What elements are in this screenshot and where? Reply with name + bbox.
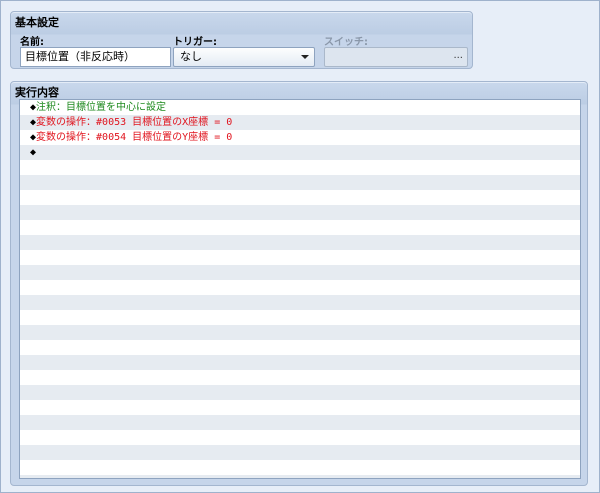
- chevron-down-icon: [301, 55, 309, 59]
- contents-group: 実行内容 ◆注釈：目標位置を中心に設定 ◆変数の操作：#0053 目標位置のX座…: [10, 81, 588, 486]
- command-text: 注釈：目標位置を中心に設定: [36, 102, 167, 113]
- common-event-window: 基本設定 名前: トリガー: スイッチ: 目標位置（非反応時） なし ... 実…: [0, 0, 600, 493]
- trigger-select[interactable]: なし: [173, 47, 315, 67]
- command-row[interactable]: ◆注釈：目標位置を中心に設定: [20, 100, 580, 115]
- trigger-label: トリガー:: [173, 37, 217, 48]
- name-input[interactable]: 目標位置（非反応時）: [20, 47, 171, 67]
- name-label: 名前:: [20, 37, 44, 48]
- contents-title: 実行内容: [15, 86, 59, 99]
- command-text: 変数の操作：#0053 目標位置のX座標 = 0: [36, 117, 233, 128]
- command-text: 変数の操作：#0054 目標位置のY座標 = 0: [36, 132, 233, 143]
- command-row[interactable]: ◆: [20, 145, 580, 160]
- switch-label: スイッチ:: [324, 37, 368, 48]
- command-list[interactable]: ◆注釈：目標位置を中心に設定 ◆変数の操作：#0053 目標位置のX座標 = 0…: [19, 99, 581, 479]
- trigger-select-value: なし: [180, 50, 202, 63]
- switch-field: ...: [324, 47, 468, 67]
- command-row[interactable]: ◆変数の操作：#0054 目標位置のY座標 = 0: [20, 130, 580, 145]
- diamond-icon: ◆: [30, 147, 37, 158]
- basic-settings-title: 基本設定: [15, 16, 59, 29]
- switch-browse-button: ...: [453, 50, 463, 61]
- basic-settings-group: 基本設定 名前: トリガー: スイッチ: 目標位置（非反応時） なし ...: [10, 11, 473, 69]
- command-row[interactable]: ◆変数の操作：#0053 目標位置のX座標 = 0: [20, 115, 580, 130]
